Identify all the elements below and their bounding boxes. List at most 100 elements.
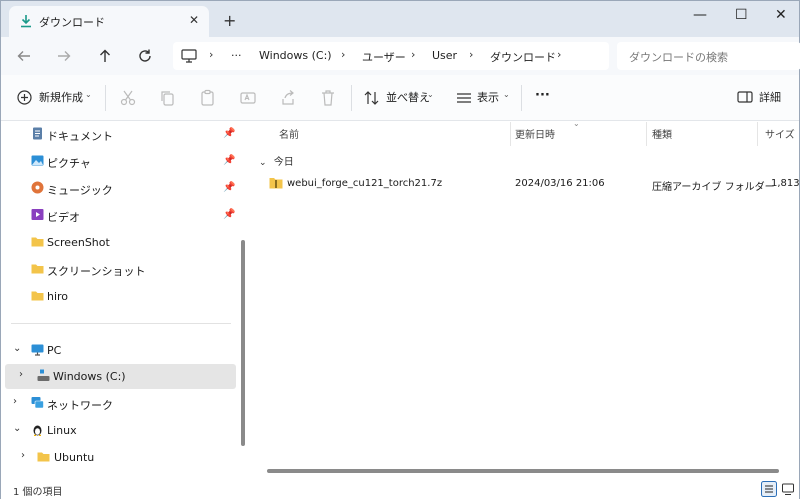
breadcrumb-separator: › xyxy=(557,48,562,61)
chevron-right-icon[interactable]: › xyxy=(13,396,17,407)
navigation-pane: ドキュメント 📌 ピクチャ 📌 ミュージック 📌 ビデオ 📌 ScreenSho… xyxy=(1,122,247,479)
delete-icon[interactable] xyxy=(319,89,337,107)
document-icon xyxy=(33,127,42,140)
sidebar-item-pc[interactable]: ⌄ PC xyxy=(1,338,237,363)
plus-circle-icon xyxy=(17,90,32,105)
forward-arrow-icon[interactable] xyxy=(55,47,73,65)
sidebar-item-screenshots[interactable]: スクリーンショット xyxy=(1,257,237,282)
breadcrumb-user[interactable]: User xyxy=(432,49,457,62)
column-divider xyxy=(646,122,647,146)
file-modified: 2024/03/16 21:06 xyxy=(515,178,605,189)
column-header-type[interactable]: 種類 xyxy=(652,126,672,141)
more-options-button[interactable]: ··· xyxy=(535,88,550,103)
sidebar-item-documents[interactable]: ドキュメント 📌 xyxy=(1,122,237,147)
linux-penguin-icon xyxy=(33,425,42,436)
chevron-right-icon[interactable]: › xyxy=(19,369,23,380)
share-icon[interactable] xyxy=(279,89,297,107)
zip-folder-icon xyxy=(269,178,283,189)
copy-icon[interactable] xyxy=(159,89,177,107)
sidebar-item-linux[interactable]: ⌄ Linux xyxy=(1,418,237,443)
back-arrow-icon[interactable] xyxy=(15,47,33,65)
breadcrumb-users[interactable]: ユーザー xyxy=(362,49,406,65)
large-icons-view-icon[interactable] xyxy=(780,481,796,497)
status-bar: 1 個の項目 xyxy=(1,479,799,499)
sidebar-item-label: hiro xyxy=(47,290,69,303)
chevron-down-icon[interactable]: ⌄ xyxy=(13,423,21,434)
tab-downloads[interactable]: ダウンロード ✕ xyxy=(9,6,209,37)
sidebar-item-label: ピクチャ xyxy=(47,157,91,170)
sidebar-item-label: Ubuntu xyxy=(54,451,95,464)
chevron-down-icon[interactable]: ⌄ xyxy=(13,343,21,354)
file-name: webui_forge_cu121_torch21.7z xyxy=(287,178,443,189)
sidebar-item-label: スクリーンショット xyxy=(47,265,146,278)
item-count: 1 個の項目 xyxy=(13,487,63,498)
file-type: 圧縮アーカイブ フォルダー xyxy=(652,182,775,193)
breadcrumb-more[interactable]: ··· xyxy=(231,49,242,62)
breadcrumb-separator: › xyxy=(341,48,346,61)
details-view-icon[interactable] xyxy=(761,481,777,497)
paste-icon[interactable] xyxy=(199,89,217,107)
network-icon xyxy=(31,397,44,409)
search-placeholder: ダウンロードの検索 xyxy=(629,51,728,64)
sidebar-item-label: PC xyxy=(47,344,62,357)
folder-icon xyxy=(37,452,50,462)
rename-icon[interactable] xyxy=(239,89,257,107)
chevron-right-icon[interactable]: › xyxy=(21,450,25,461)
file-list: 名前 更新日時 ⌄ 種類 サイズ ⌄ 今日 webui_forge_cu121_… xyxy=(247,119,800,479)
download-icon xyxy=(21,15,31,28)
breadcrumb-separator: › xyxy=(209,48,214,61)
monitor-icon xyxy=(181,49,197,63)
column-header-name[interactable]: 名前 xyxy=(279,126,299,141)
sort-icon xyxy=(364,91,379,105)
sidebar-item-pictures[interactable]: ピクチャ 📌 xyxy=(1,149,237,174)
view-button[interactable]: 表示 xyxy=(477,89,499,105)
pictures-icon xyxy=(31,155,44,166)
address-bar[interactable]: › ··· Windows (C:) › ユーザー › User › ダウンロー… xyxy=(173,42,609,70)
breadcrumb-separator: › xyxy=(411,48,416,61)
breadcrumb-downloads[interactable]: ダウンロード xyxy=(490,49,556,65)
new-tab-button[interactable]: + xyxy=(223,11,236,30)
sidebar-item-screenshot[interactable]: ScreenShot xyxy=(1,230,237,255)
breadcrumb-drive[interactable]: Windows (C:) xyxy=(259,49,332,62)
explorer-window: ダウンロード ✕ + — ☐ ✕ › ··· Windows (C:) › ユー… xyxy=(0,0,800,499)
sidebar-item-windows-drive[interactable]: › Windows (C:) xyxy=(5,364,236,389)
sidebar-item-label: ScreenShot xyxy=(47,236,110,249)
chevron-down-icon: ⌄ xyxy=(85,90,92,99)
up-arrow-icon[interactable] xyxy=(96,47,114,65)
refresh-icon[interactable] xyxy=(136,47,154,65)
group-header-today[interactable]: ⌄ 今日 xyxy=(259,153,294,168)
maximize-button[interactable]: ☐ xyxy=(735,7,748,23)
divider xyxy=(521,85,522,111)
sort-button[interactable]: 並べ替え xyxy=(386,89,430,105)
horizontal-scrollbar[interactable] xyxy=(267,469,779,473)
close-window-button[interactable]: ✕ xyxy=(775,7,787,23)
minimize-button[interactable]: — xyxy=(693,7,707,23)
sidebar-item-ubuntu[interactable]: › Ubuntu xyxy=(1,445,237,470)
sidebar-item-network[interactable]: › ネットワーク xyxy=(1,391,237,416)
divider xyxy=(105,85,106,111)
command-bar: 新規作成 ⌄ 並べ替え ⌄ 表示 ⌄ ··· 詳細 xyxy=(1,75,799,121)
sidebar-item-video[interactable]: ビデオ 📌 xyxy=(1,203,237,228)
video-icon xyxy=(31,209,44,220)
details-button[interactable]: 詳細 xyxy=(759,89,781,105)
search-input[interactable]: ダウンロードの検索 xyxy=(617,42,800,70)
divider xyxy=(351,85,352,111)
navigation-bar: › ··· Windows (C:) › ユーザー › User › ダウンロー… xyxy=(1,37,800,75)
folder-icon xyxy=(31,237,44,247)
sidebar-item-label: ミュージック xyxy=(47,184,113,197)
close-tab-icon[interactable]: ✕ xyxy=(189,13,199,27)
cut-icon[interactable] xyxy=(119,89,137,107)
group-label: 今日 xyxy=(273,157,294,168)
sidebar-item-label: ビデオ xyxy=(47,211,80,224)
chevron-down-icon: ⌄ xyxy=(259,158,267,168)
new-button[interactable]: 新規作成 xyxy=(39,89,83,105)
column-header-size[interactable]: サイズ xyxy=(765,126,795,141)
sidebar-item-label: ネットワーク xyxy=(47,399,113,412)
sidebar-scrollbar[interactable] xyxy=(241,240,245,446)
sidebar-divider xyxy=(11,323,231,324)
sidebar-item-label: Linux xyxy=(47,424,77,437)
sidebar-item-music[interactable]: ミュージック 📌 xyxy=(1,176,237,201)
sidebar-item-hiro[interactable]: hiro xyxy=(1,284,237,309)
column-header-modified[interactable]: 更新日時 xyxy=(515,126,555,141)
chevron-down-icon: ⌄ xyxy=(427,90,434,99)
